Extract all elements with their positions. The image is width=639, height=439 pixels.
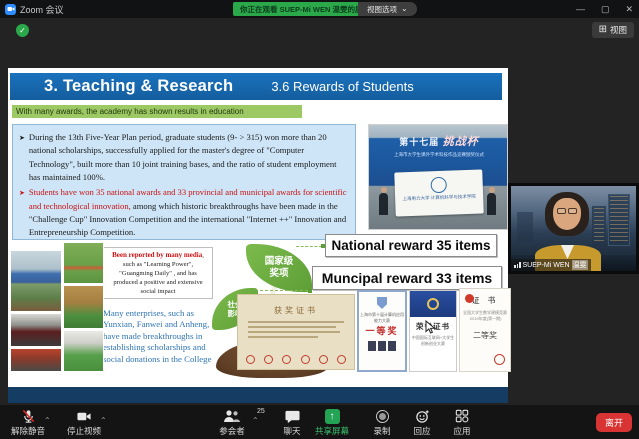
slide-bullet-box: ➤ During the 13th Five-Year Plan period,… xyxy=(12,124,356,240)
security-shield-icon[interactable]: ✓ xyxy=(16,24,29,37)
certificate-award: 获奖证书 xyxy=(237,294,355,370)
view-button-label: 视图 xyxy=(610,24,627,36)
slide-subtitle: 3.6 Rewards of Students xyxy=(271,79,413,94)
microphone-muted-icon xyxy=(21,409,36,424)
contest-logo xyxy=(465,294,474,303)
medal-icon xyxy=(427,298,439,310)
share-screen-icon: ↑ xyxy=(325,409,340,424)
photo-collage xyxy=(10,242,104,372)
bullet-text: Students have won 35 national awards and… xyxy=(29,186,347,239)
participants-button[interactable]: 25 参会者 xyxy=(206,408,258,437)
photo-campus-group xyxy=(10,250,62,312)
media-lead: Been reported by many media xyxy=(112,251,202,259)
watching-screen-banner: 你正在观看 SUEP-Mi WEN 温雯的屏幕 xyxy=(233,2,377,16)
id-photos xyxy=(359,341,405,351)
enterprises-text: Many enterprises, such as Yunxian, Fanwe… xyxy=(103,308,225,374)
person-figure xyxy=(379,193,388,215)
person-figure xyxy=(487,193,496,215)
slide-title: 3. Teaching & Research xyxy=(44,77,233,96)
college-flag: 上海电力大学 计算机科学与技术学院 xyxy=(394,169,483,216)
view-options-button[interactable]: 视图选项 ⌄ xyxy=(358,2,417,16)
grid-icon: ⊞ xyxy=(599,25,607,35)
window-titlebar: Zoom 会议 你正在观看 SUEP-Mi WEN 温雯的屏幕 视图选项 ⌄ —… xyxy=(0,0,639,18)
photo-crowd xyxy=(10,348,62,372)
red-seals xyxy=(246,355,346,364)
building-silhouette xyxy=(517,212,533,242)
bullet-marker: ➤ xyxy=(19,186,25,239)
connector-line xyxy=(296,246,322,247)
bullet-marker: ➤ xyxy=(19,131,25,184)
minimize-button[interactable]: — xyxy=(576,4,585,14)
mouse-cursor xyxy=(425,320,436,334)
apps-icon xyxy=(455,409,469,423)
meeting-stage: ✓ ⊞ 视图 3. Teaching & Research 3.6 Reward… xyxy=(0,18,639,405)
challenge-cup-photo: 第十七届 挑战杯 上海市大学生课外学术科技作品竞赛颁奖仪式 上海电力大学 计算机… xyxy=(368,124,508,230)
maximize-button[interactable]: ▢ xyxy=(601,4,610,15)
municipal-reward-box: Muncipal reward 33 items xyxy=(312,266,502,290)
certificate-second-prize: 证 书 全国大学生数学建模竞赛·2019年度(第一期) 二等奖 xyxy=(459,288,511,372)
participants-icon xyxy=(223,409,241,424)
leave-meeting-button[interactable]: 离开 xyxy=(596,413,632,432)
photo-court-event xyxy=(63,330,104,372)
red-seal xyxy=(494,354,505,365)
slide-footer-band xyxy=(8,387,508,403)
chevron-down-icon: ⌄ xyxy=(401,6,408,12)
record-icon xyxy=(376,410,389,423)
unmute-options-chevron[interactable]: ⌃ xyxy=(44,419,51,423)
share-screen-button[interactable]: ↑ 共享屏幕 xyxy=(306,408,358,437)
meeting-toolbar: 解除静音 ⌃ 停止视频 ⌃ 25 参会者 ⌃ 聊天 ↑ 共享屏幕 录制 回应 xyxy=(0,405,639,439)
glasses-icon xyxy=(555,208,579,215)
certificate-header xyxy=(410,291,456,317)
participants-options-chevron[interactable]: ⌃ xyxy=(252,419,259,423)
camera-icon xyxy=(76,409,92,424)
participant-video-tile[interactable]: SUEP-Mi WEN 温雯 xyxy=(508,183,639,274)
video-options-chevron[interactable]: ⌃ xyxy=(100,419,107,423)
photo-indoor-venue xyxy=(10,313,62,347)
participant-name-suffix: 温雯 xyxy=(572,260,588,270)
view-button[interactable]: ⊞ 视图 xyxy=(592,22,634,38)
media-report-box: Been reported by many media, such as "Le… xyxy=(103,247,213,299)
photo-children-activity xyxy=(63,285,104,329)
view-options-label: 视图选项 xyxy=(367,4,397,15)
participant-name-label: SUEP-Mi WEN 温雯 xyxy=(511,259,591,271)
certificate-first-prize: 上海市第十届计算机应用能力大赛 一等奖 xyxy=(357,290,407,372)
participants-count: 25 xyxy=(257,408,265,415)
bullet-text: During the 13th Five-Year Plan period, g… xyxy=(29,131,347,184)
national-reward-box: National reward 35 items xyxy=(325,234,497,257)
college-emblem xyxy=(430,177,447,194)
shared-screen-slide: 3. Teaching & Research 3.6 Rewards of St… xyxy=(8,68,508,403)
bullet-item: ➤ During the 13th Five-Year Plan period,… xyxy=(19,131,347,184)
close-button[interactable]: ✕ xyxy=(625,4,633,15)
connector-line xyxy=(260,290,308,291)
building-silhouette xyxy=(592,206,606,246)
reactions-icon xyxy=(415,409,430,424)
app-title: Zoom 会议 xyxy=(20,3,64,16)
slide-header: 3. Teaching & Research 3.6 Rewards of St… xyxy=(10,73,502,100)
chat-bubble-icon xyxy=(285,409,300,424)
ribbon-icon xyxy=(377,297,387,309)
zoom-logo-icon xyxy=(5,4,16,15)
bullet-item: ➤ Students have won 35 national awards a… xyxy=(19,186,347,239)
video-feed: SUEP-Mi WEN 温雯 xyxy=(511,186,636,271)
signal-strength-icon xyxy=(514,262,521,268)
slide-highlight-bar: With many awards, the academy has shown … xyxy=(12,105,302,118)
participant-name: SUEP-Mi WEN xyxy=(523,262,570,269)
photo-robot-contest xyxy=(63,242,104,284)
building-silhouette xyxy=(608,194,630,246)
apps-button[interactable]: 应用 xyxy=(436,408,488,437)
app-title-group: Zoom 会议 xyxy=(5,0,64,18)
